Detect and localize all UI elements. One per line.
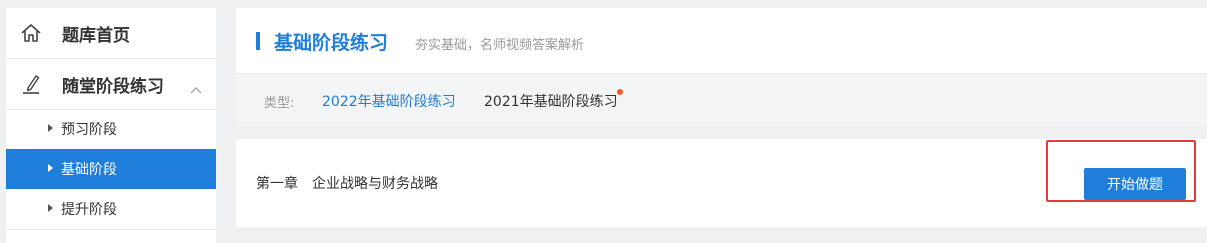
chevron-up-icon[interactable]: [190, 79, 202, 94]
type-filter-label: 类型:: [264, 96, 295, 111]
sidebar-item-home[interactable]: 题库首页: [6, 8, 216, 58]
chapter-card: 第一章 企业战略与财务战略 开始做题: [236, 139, 1207, 227]
sidebar: 题库首页 随堂阶段练习 预习阶段 基础阶段 提升阶段: [6, 8, 216, 243]
sidebar-subitem-label: 提升阶段: [61, 202, 117, 218]
chapter-name: 第一章 企业战略与财务战略: [256, 176, 438, 192]
caret-right-icon: [48, 204, 53, 212]
edit-pen-icon: [20, 73, 42, 95]
page-title: 基础阶段练习: [274, 32, 389, 54]
header-card: 基础阶段练习 夯实基础，名师视频答案解析 类型: 2022年基础阶段练习 202…: [236, 8, 1207, 126]
caret-right-icon: [48, 124, 53, 132]
sidebar-subitem-preview[interactable]: 预习阶段: [6, 109, 216, 149]
type-option-2022[interactable]: 2022年基础阶段练习: [322, 91, 456, 111]
sidebar-subitem-label: 预习阶段: [61, 122, 117, 138]
sidebar-item-home-label: 题库首页: [62, 25, 130, 46]
home-icon: [20, 22, 42, 44]
sidebar-item-practice[interactable]: 随堂阶段练习: [6, 59, 216, 109]
sidebar-subitem-label: 基础阶段: [61, 162, 117, 178]
start-practice-button[interactable]: 开始做题: [1084, 168, 1186, 200]
title-accent-bar: [256, 32, 260, 50]
caret-right-icon: [48, 164, 53, 172]
type-filter-row: 类型: 2022年基础阶段练习 2021年基础阶段练习: [236, 73, 1207, 126]
notification-dot: [617, 89, 623, 95]
sidebar-divider: [6, 229, 216, 230]
type-option-2021[interactable]: 2021年基础阶段练习: [484, 91, 618, 111]
header-title-row: 基础阶段练习 夯实基础，名师视频答案解析: [236, 8, 1207, 73]
sidebar-subitem-basic[interactable]: 基础阶段: [6, 149, 216, 189]
page-subtitle: 夯实基础，名师视频答案解析: [415, 38, 585, 53]
sidebar-subitem-advanced[interactable]: 提升阶段: [6, 189, 216, 229]
sidebar-item-practice-label: 随堂阶段练习: [62, 76, 164, 97]
